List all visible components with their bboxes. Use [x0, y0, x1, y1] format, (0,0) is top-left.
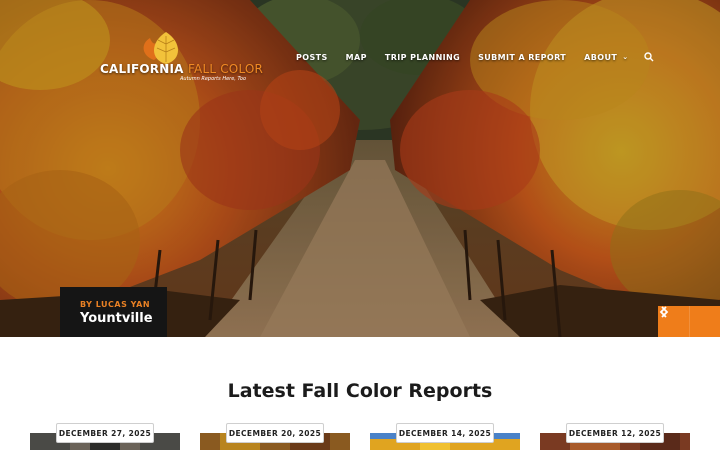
section-heading: Latest Fall Color Reports — [227, 380, 493, 402]
logo-tagline: Autumn Reports Here, Too — [180, 76, 247, 82]
nav-trip-planning[interactable]: TRIP PLANNING — [385, 53, 460, 62]
report-date-badge: DECEMBER 12, 2025 — [566, 423, 664, 443]
nav-about[interactable]: ABOUT ⌄ — [584, 53, 628, 62]
nav-about-label: ABOUT — [584, 52, 618, 62]
report-date-badge: DECEMBER 27, 2025 — [56, 423, 154, 443]
nav-submit-report[interactable]: SUBMIT A REPORT — [478, 53, 566, 62]
report-date-badge: DECEMBER 14, 2025 — [396, 423, 494, 443]
slide-title[interactable]: Yountville — [80, 311, 167, 326]
slider-arrows — [658, 306, 720, 337]
slide-byline: BY LUCAS YAN — [80, 300, 151, 309]
nav-posts[interactable]: POSTS — [296, 53, 328, 62]
slide-caption[interactable]: BY LUCAS YAN Yountville — [60, 287, 167, 337]
slider-next-button[interactable] — [661, 306, 720, 337]
search-icon[interactable] — [644, 52, 654, 62]
site-logo[interactable]: CALIFORNIA FALL COLOR Autumn Reports Her… — [100, 30, 263, 82]
chevron-down-icon: ⌄ — [622, 53, 629, 61]
logo-word-california: CALIFORNIA — [100, 62, 184, 76]
logo-wordmark: CALIFORNIA FALL COLOR — [100, 62, 263, 76]
logo-word-fall-color: FALL COLOR — [188, 62, 264, 76]
report-date-badge: DECEMBER 20, 2025 — [226, 423, 324, 443]
chevron-right-icon — [661, 306, 669, 318]
nav-map[interactable]: MAP — [346, 53, 367, 62]
hero-slider[interactable]: CALIFORNIA FALL COLOR Autumn Reports Her… — [0, 0, 720, 337]
main-nav: POSTS MAP TRIP PLANNING SUBMIT A REPORT … — [296, 50, 654, 64]
